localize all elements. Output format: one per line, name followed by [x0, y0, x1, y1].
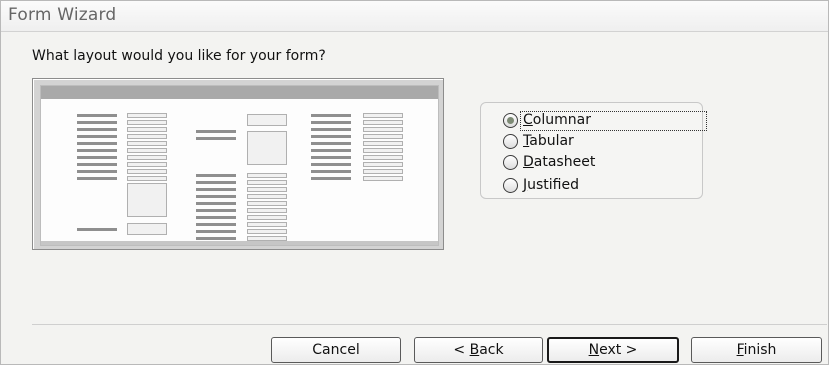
preview-label-bar	[196, 130, 236, 133]
preview-label-bar	[77, 121, 117, 124]
back-button[interactable]: < Back	[414, 337, 543, 363]
preview-field-box	[363, 113, 403, 118]
preview-field-box	[247, 229, 287, 234]
preview-label-bar	[196, 230, 236, 233]
button-divider	[32, 324, 827, 325]
layout-question: What layout would you like for your form…	[32, 48, 326, 64]
preview-label-bar	[77, 170, 117, 173]
preview-field-box	[363, 169, 403, 174]
preview-field-box	[247, 180, 287, 185]
preview-label-bar	[196, 137, 236, 140]
radio-tabular[interactable]	[503, 134, 518, 149]
preview-field-box	[363, 176, 403, 181]
label-justified[interactable]: Justified	[523, 177, 579, 193]
preview-field-box	[247, 215, 287, 220]
preview-field-box	[363, 148, 403, 153]
preview-label-bar	[311, 177, 351, 180]
preview-label-bar	[77, 156, 117, 159]
preview-label-bar	[196, 202, 236, 205]
preview-field-box	[127, 183, 167, 217]
preview-label-bar	[77, 149, 117, 152]
preview-field-box	[127, 176, 167, 181]
form-wizard-dialog: Form Wizard What layout would you like f…	[0, 0, 829, 365]
preview-field-box	[127, 162, 167, 167]
preview-label-bar	[77, 142, 117, 145]
radio-justified[interactable]	[503, 178, 518, 193]
preview-label-bar	[196, 223, 236, 226]
preview-form-page	[40, 85, 439, 246]
preview-label-bar	[196, 195, 236, 198]
preview-field-box	[363, 127, 403, 132]
preview-label-bar	[196, 237, 236, 240]
preview-label-bar	[77, 228, 117, 231]
title-bar[interactable]: Form Wizard	[1, 1, 828, 32]
preview-header-bar	[41, 86, 438, 99]
preview-label-bar	[77, 135, 117, 138]
label-datasheet[interactable]: Datasheet	[523, 154, 595, 170]
layout-options-group: Columnar Tabular Datasheet Justified	[480, 102, 707, 199]
finish-button[interactable]: Finish	[691, 337, 822, 363]
preview-field-box	[247, 187, 287, 192]
preview-label-bar	[196, 181, 236, 184]
label-tabular[interactable]: Tabular	[523, 133, 574, 149]
preview-field-box	[247, 201, 287, 206]
preview-label-bar	[311, 135, 351, 138]
preview-field-box	[127, 223, 167, 235]
preview-field-box	[363, 141, 403, 146]
next-button[interactable]: Next >	[547, 337, 679, 363]
preview-label-bar	[77, 163, 117, 166]
radio-datasheet[interactable]	[503, 155, 518, 170]
preview-label-bar	[311, 121, 351, 124]
preview-field-box	[363, 120, 403, 125]
preview-label-bar	[77, 114, 117, 117]
preview-label-bar	[77, 177, 117, 180]
preview-field-box	[127, 113, 167, 118]
preview-label-bar	[311, 128, 351, 131]
preview-field-box	[247, 208, 287, 213]
preview-field-box	[363, 162, 403, 167]
preview-field-box	[363, 155, 403, 160]
preview-field-box	[247, 173, 287, 178]
preview-label-bar	[311, 114, 351, 117]
layout-preview	[32, 78, 444, 250]
preview-label-bar	[311, 163, 351, 166]
preview-footer-bar	[41, 241, 438, 245]
preview-label-bar	[311, 142, 351, 145]
preview-field-box	[363, 134, 403, 139]
preview-field-box	[127, 155, 167, 160]
preview-label-bar	[196, 216, 236, 219]
window-title: Form Wizard	[8, 5, 117, 25]
preview-field-box	[127, 127, 167, 132]
preview-label-bar	[77, 128, 117, 131]
label-columnar[interactable]: Columnar	[523, 112, 591, 128]
preview-field-box	[247, 194, 287, 199]
radio-columnar[interactable]	[503, 113, 518, 128]
preview-label-bar	[311, 156, 351, 159]
preview-label-bar	[196, 174, 236, 177]
preview-label-bar	[311, 149, 351, 152]
preview-label-bar	[311, 170, 351, 173]
preview-field-box	[127, 169, 167, 174]
preview-field-box	[127, 134, 167, 139]
preview-field-box	[127, 148, 167, 153]
preview-field-box	[247, 114, 287, 126]
preview-field-box	[127, 120, 167, 125]
preview-label-bar	[196, 209, 236, 212]
cancel-button[interactable]: Cancel	[271, 337, 401, 363]
preview-label-bar	[196, 188, 236, 191]
preview-field-box	[247, 222, 287, 227]
preview-field-box	[247, 131, 287, 165]
preview-field-box	[127, 141, 167, 146]
